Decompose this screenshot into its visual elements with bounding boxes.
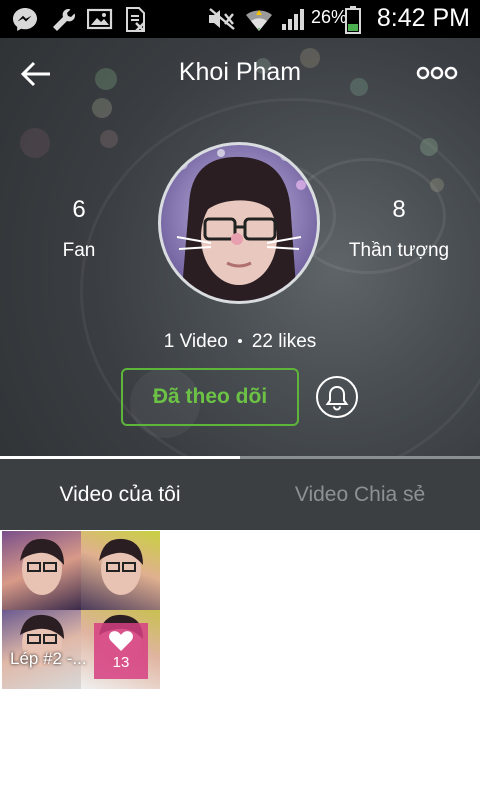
- clock: 8:42 PM: [376, 4, 470, 32]
- fan-count: 6: [72, 196, 86, 223]
- mute-icon: [207, 7, 237, 36]
- bell-icon: [325, 385, 349, 411]
- video-count: 1 Video: [163, 331, 228, 352]
- image-icon: [86, 7, 113, 36]
- battery-icon: [345, 6, 361, 39]
- battery-percent: 26%: [311, 7, 348, 27]
- separator-dot: [237, 339, 242, 343]
- page-title: Khoi Pham: [178, 58, 302, 86]
- idol-count: 8: [392, 196, 406, 223]
- profile-meta: 1 Video 22 likes: [0, 331, 480, 353]
- heart-icon: [109, 631, 133, 651]
- sim-blocked-icon: [124, 7, 148, 38]
- wrench-icon: [50, 7, 76, 36]
- tab-shared-videos[interactable]: Video Chia sẻ: [240, 459, 480, 530]
- video-tabs: Video của tôi Video Chia sẻ: [0, 456, 480, 530]
- idol-label[interactable]: Thần tượng: [319, 240, 479, 262]
- wifi-icon: [245, 7, 273, 38]
- status-bar: 26% 8:42 PM: [0, 0, 480, 38]
- messenger-icon: [12, 7, 38, 36]
- like-count: 13: [112, 654, 130, 671]
- fan-label[interactable]: Fan: [0, 240, 159, 262]
- more-icon: [416, 66, 458, 80]
- avatar: [158, 142, 320, 304]
- notification-button[interactable]: [316, 376, 358, 418]
- likes-count: 22 likes: [251, 331, 317, 352]
- profile-header: Khoi Pham 6 Fan 8 Thần tượng 1 Video 22 l…: [0, 38, 480, 456]
- tab-my-videos[interactable]: Video của tôi: [0, 459, 240, 530]
- signal-icon: [281, 7, 307, 36]
- like-badge: 13: [94, 623, 148, 679]
- video-title: Lép #2 -...: [10, 649, 87, 668]
- more-button[interactable]: [416, 64, 458, 82]
- following-button[interactable]: Đã theo dõi: [121, 368, 299, 426]
- video-thumbnail[interactable]: Lép #2 -... 13: [2, 531, 160, 689]
